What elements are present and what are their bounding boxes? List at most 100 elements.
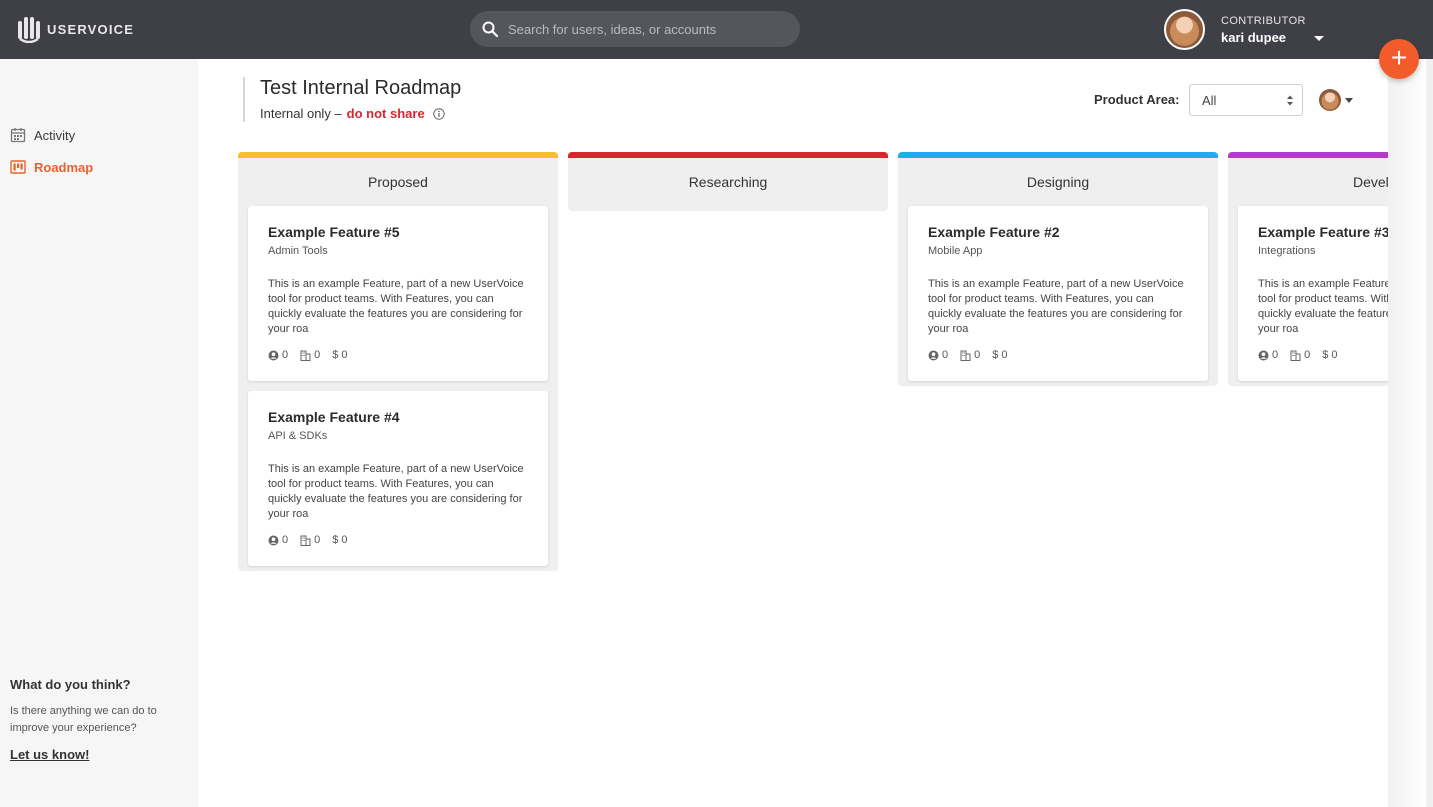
chevron-down-icon[interactable] xyxy=(1314,36,1324,41)
card-product-area: API & SDKs xyxy=(268,430,328,442)
stat-accounts: 0 xyxy=(1290,349,1310,361)
dollar-icon: $ xyxy=(1322,349,1329,361)
feature-card[interactable]: Example Feature #4 API & SDKs This is an… xyxy=(248,391,548,566)
user-menu[interactable]: CONTRIBUTOR kari dupee xyxy=(1164,9,1324,50)
select-arrows-icon xyxy=(1287,95,1293,106)
stat-revenue: $ 0 xyxy=(332,534,347,546)
stat-accounts: 0 xyxy=(960,349,980,361)
stat-users-value: 0 xyxy=(282,349,289,361)
card-title: Example Feature #2 xyxy=(928,224,1060,240)
sidebar-item-activity[interactable]: Activity xyxy=(10,119,93,151)
user-icon xyxy=(268,535,279,545)
feedback-panel: What do you think? Is there anything we … xyxy=(10,677,190,764)
sidebar-nav: Activity Roadmap xyxy=(10,119,93,183)
stat-users-value: 0 xyxy=(1272,349,1279,361)
stat-users: 0 xyxy=(268,534,288,546)
user-role: CONTRIBUTOR xyxy=(1221,14,1306,27)
stat-revenue-value: 0 xyxy=(1001,349,1008,361)
sidebar-item-label: Activity xyxy=(34,127,76,143)
column-title: Proposed xyxy=(368,174,428,190)
stat-accounts-value: 0 xyxy=(1304,349,1311,361)
search-input[interactable] xyxy=(508,21,788,37)
uservoice-logo[interactable]: USERVOICE xyxy=(17,15,134,43)
building-icon xyxy=(960,350,971,361)
card-stats: 0 0 $ 0 xyxy=(268,534,360,546)
column-proposed: Proposed Example Feature #5 Admin Tools … xyxy=(238,152,558,571)
chevron-down-icon xyxy=(1345,97,1353,103)
column-title: Developing xyxy=(1352,174,1388,190)
user-info: CONTRIBUTOR kari dupee xyxy=(1221,15,1306,45)
stat-users: 0 xyxy=(928,349,948,361)
stat-accounts-value: 0 xyxy=(314,534,321,546)
stat-users: 0 xyxy=(1258,349,1278,361)
scrollbar[interactable] xyxy=(1426,59,1433,807)
building-icon xyxy=(300,350,311,361)
column-title: Researching xyxy=(688,174,768,190)
plus-icon: + xyxy=(1390,42,1408,73)
card-stats: 0 0 $ 0 xyxy=(268,349,360,361)
search-icon xyxy=(482,21,498,37)
building-icon xyxy=(300,535,311,546)
stat-users-value: 0 xyxy=(282,534,289,546)
card-title: Example Feature #3 xyxy=(1258,224,1388,240)
roadmap-icon xyxy=(10,160,26,174)
stat-revenue: $ 0 xyxy=(332,349,347,361)
card-product-area: Admin Tools xyxy=(268,245,328,257)
page-subtitle: Internal only – do not share xyxy=(260,106,445,121)
card-description: This is an example Feature, part of a ne… xyxy=(268,462,528,522)
feedback-body: Is there anything we can do to improve y… xyxy=(10,705,157,734)
header-divider xyxy=(243,77,245,122)
card-product-area: Mobile App xyxy=(928,245,983,257)
sidebar-item-label: Roadmap xyxy=(34,159,94,175)
roadmap-board: Proposed Example Feature #5 Admin Tools … xyxy=(238,152,1388,807)
owner-avatar xyxy=(1319,89,1341,111)
sidebar: Activity Roadmap What do you think? Is t… xyxy=(0,59,198,807)
stat-revenue-value: 0 xyxy=(341,534,348,546)
feedback-link[interactable]: Let us know! xyxy=(10,747,89,762)
card-product-area: Integrations xyxy=(1258,245,1316,257)
stat-accounts: 0 xyxy=(300,534,320,546)
card-stats: 0 0 $ 0 xyxy=(928,349,1020,361)
product-area-value: All xyxy=(1202,92,1217,108)
card-description: This is an example Feature, part of a ne… xyxy=(928,277,1188,337)
info-icon[interactable] xyxy=(432,107,445,120)
column-designing: Designing Example Feature #2 Mobile App … xyxy=(898,152,1218,386)
product-area-label: Product Area: xyxy=(1094,92,1180,107)
dollar-icon: $ xyxy=(332,349,339,361)
dollar-icon: $ xyxy=(332,534,339,546)
avatar[interactable] xyxy=(1164,9,1205,50)
brand-name: USERVOICE xyxy=(47,21,135,37)
owner-filter[interactable] xyxy=(1319,89,1353,111)
calendar-icon xyxy=(10,128,26,143)
building-icon xyxy=(1290,350,1301,361)
search-bar[interactable] xyxy=(470,11,800,47)
user-icon xyxy=(1258,350,1269,360)
feature-card[interactable]: Example Feature #3 Integrations This is … xyxy=(1238,206,1388,381)
stat-accounts-value: 0 xyxy=(314,349,321,361)
card-stats: 0 0 $ 0 xyxy=(1258,349,1350,361)
stat-revenue-value: 0 xyxy=(341,349,348,361)
card-description: This is an example Feature, part of a ne… xyxy=(1258,277,1388,337)
sidebar-item-roadmap[interactable]: Roadmap xyxy=(10,151,93,183)
feature-card[interactable]: Example Feature #5 Admin Tools This is a… xyxy=(248,206,548,381)
dollar-icon: $ xyxy=(992,349,999,361)
card-title: Example Feature #4 xyxy=(268,409,400,425)
user-icon xyxy=(268,350,279,360)
column-researching: Researching xyxy=(568,152,888,211)
uservoice-logo-icon xyxy=(18,17,40,43)
panel-edge-shadow xyxy=(1388,59,1428,807)
subtitle-prefix: Internal only – xyxy=(260,106,342,121)
stat-revenue-value: 0 xyxy=(1331,349,1338,361)
product-area-select[interactable]: All xyxy=(1189,84,1303,116)
column-title: Designing xyxy=(1026,174,1090,190)
user-icon xyxy=(928,350,939,360)
stat-accounts-value: 0 xyxy=(974,349,981,361)
stat-revenue: $ 0 xyxy=(992,349,1007,361)
subtitle-warning: do not share xyxy=(346,106,425,121)
column-developing: Developing Example Feature #3 Integratio… xyxy=(1228,152,1388,386)
stat-accounts: 0 xyxy=(300,349,320,361)
add-button[interactable]: + xyxy=(1379,39,1419,79)
card-description: This is an example Feature, part of a ne… xyxy=(268,277,528,337)
stat-revenue: $ 0 xyxy=(1322,349,1337,361)
feature-card[interactable]: Example Feature #2 Mobile App This is an… xyxy=(908,206,1208,381)
